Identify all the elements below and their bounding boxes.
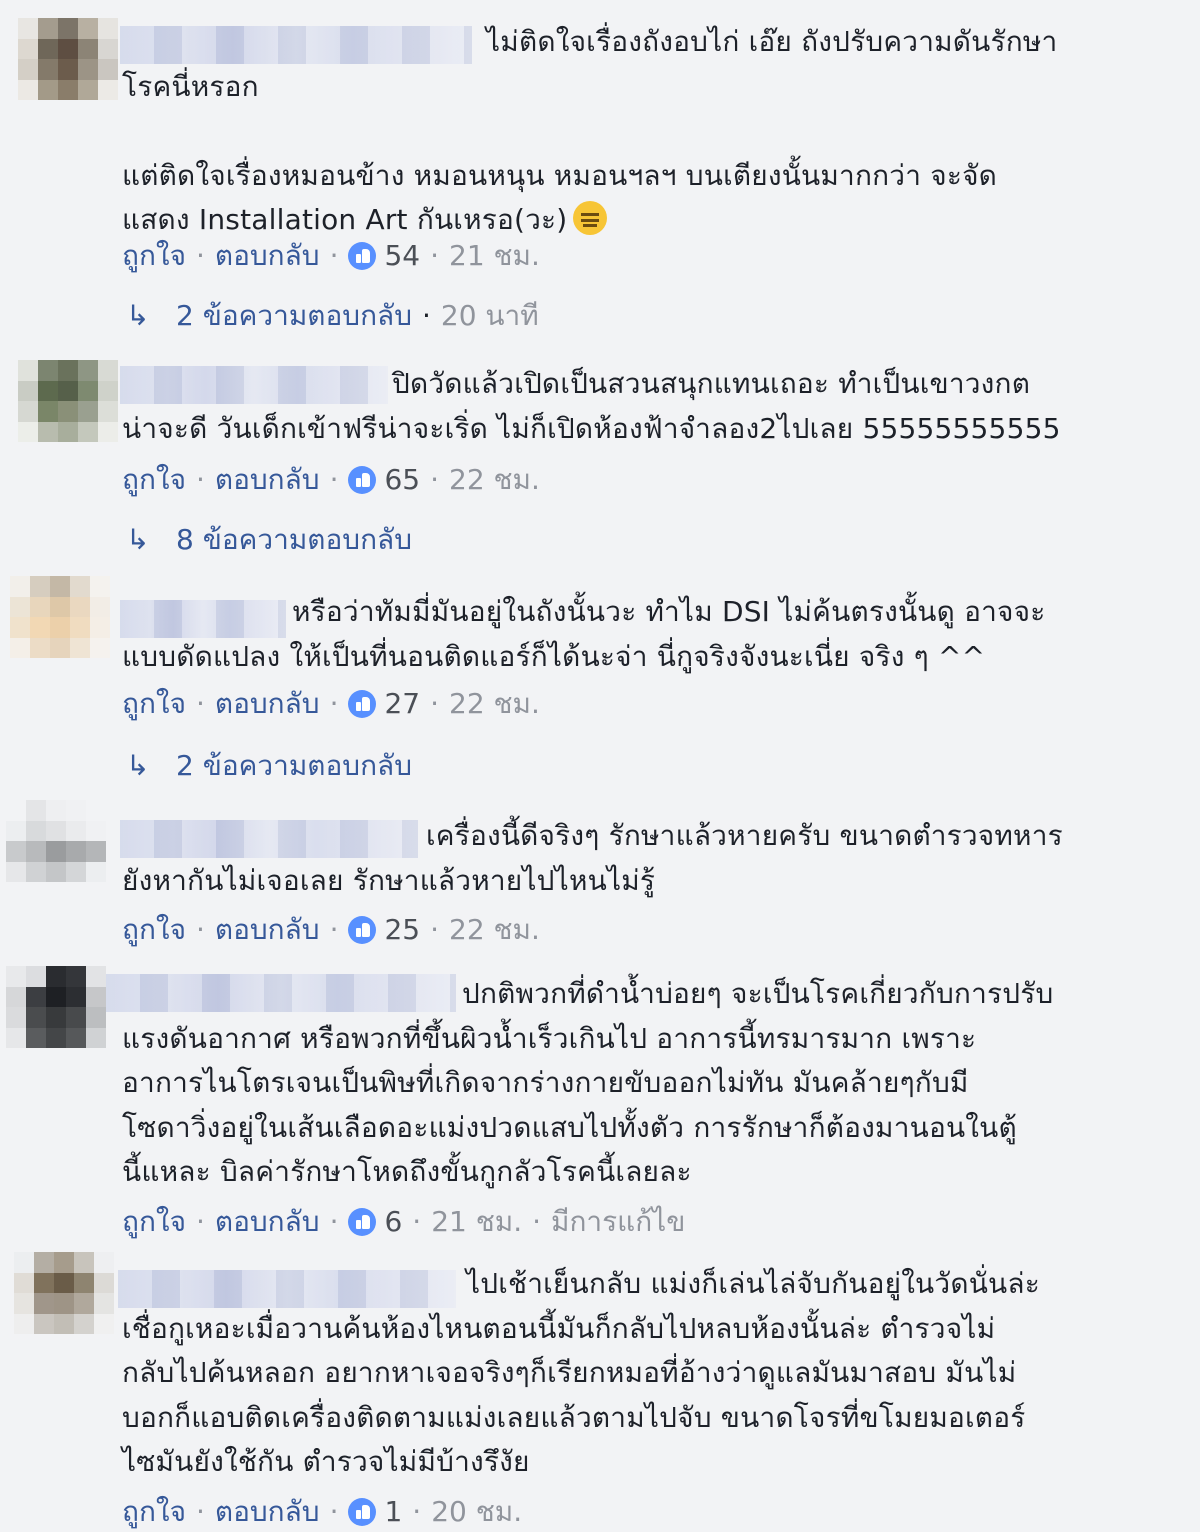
comment-text-line1: หรือว่าทัมมี่มันอยู่ในถังนั้นวะ ทำไม DSI… [292,595,1046,628]
comment-text-body: โรคนี่หรอก แต่ติดใจเรื่องหมอนข้าง หมอนหน… [122,69,998,237]
replies-count-link[interactable]: 2 ข้อความตอบกลับ [176,746,412,786]
comment-thread: ไม่ติดใจเรื่องถังอบไก่ เอ๊ย ถังปรับความด… [0,0,1200,1528]
comment-text: ไม่ติดใจเรื่องถังอบไก่ เอ๊ย ถังปรับความด… [122,20,1152,243]
like-icon[interactable] [348,1208,377,1236]
comment-text: หรือว่าทัมมี่มันอยู่ในถังนั้นวะ ทำไม DSI… [122,590,1152,679]
separator: · [329,687,339,720]
like-icon[interactable] [348,242,377,270]
comment-text-body: ยังหากันไม่เจอเลย รักษาแล้วหายไปไหนไม่รู… [122,863,656,897]
reply-link[interactable]: ตอบกลับ [215,1492,320,1532]
reply-arrow-icon: ↳ [126,523,150,556]
separator: · [329,913,339,946]
separator: · [430,239,440,272]
like-count[interactable]: 54 [384,236,420,276]
like-count[interactable]: 25 [384,910,420,950]
comment-actions: ถูกใจ · ตอบกลับ · 6 · 21 ชม. · มีการแก้ไ… [122,1202,685,1242]
comment-text-line1: ไปเช้าเย็นกลับ แม่งก็เล่นไล่จับกันอยู่ใน… [466,1267,1040,1300]
avatar[interactable] [6,800,106,882]
reply-link[interactable]: ตอบกลับ [215,910,320,950]
like-link[interactable]: ถูกใจ [122,684,186,724]
comment-actions: ถูกใจ · ตอบกลับ · 25 · 22 ชม. [122,910,540,950]
expressionless-face-emoji-icon [573,201,608,235]
separator: · [195,239,205,272]
separator: · [329,1205,339,1238]
comment-text-line1: ไม่ติดใจเรื่องถังอบไก่ เอ๊ย ถังปรับความด… [486,25,1058,58]
avatar[interactable] [10,576,110,658]
separator: · [412,1205,422,1238]
like-link[interactable]: ถูกใจ [122,910,186,950]
like-link[interactable]: ถูกใจ [122,460,186,500]
like-icon[interactable] [348,916,377,944]
reply-arrow-icon: ↳ [126,749,150,782]
timestamp[interactable]: 22 ชม. [449,684,540,724]
comment-text-body: เชื่อกูเหอะเมื่อวานค้นห้องไหนตอนนี้มันก็… [122,1311,1026,1479]
view-replies[interactable]: ↳ 2 ข้อความตอบกลับ [126,746,412,786]
separator: · [329,463,339,496]
separator: · [329,1495,339,1528]
like-count[interactable]: 65 [384,460,420,500]
separator: · [430,913,440,946]
reply-link[interactable]: ตอบกลับ [215,1202,320,1242]
avatar[interactable] [18,360,118,442]
separator: · [421,299,431,332]
separator: · [195,1205,205,1238]
replies-count-link[interactable]: 8 ข้อความตอบกลับ [176,520,412,560]
like-count[interactable]: 6 [384,1202,402,1242]
like-link[interactable]: ถูกใจ [122,1202,186,1242]
replies-count-link[interactable]: 2 ข้อความตอบกลับ [176,296,412,336]
separator: · [430,687,440,720]
timestamp[interactable]: 22 ชม. [449,460,540,500]
separator: · [412,1495,422,1528]
separator: · [532,1205,541,1238]
comment-text: ปกติพวกที่ดำน้ำบ่อยๆ จะเป็นโรคเกี่ยวกับก… [122,972,1152,1195]
comment-actions: ถูกใจ · ตอบกลับ · 54 · 21 ชม. [122,236,540,276]
separator: · [430,463,440,496]
separator: · [329,239,339,272]
comment-text-body: แรงดันอากาศ หรือพวกที่ขึ้นผิวน้ำเร็วเกิน… [122,1021,1017,1189]
timestamp[interactable]: 22 ชม. [449,910,540,950]
separator: · [195,687,205,720]
separator: · [195,463,205,496]
comment-text-line1: ปกติพวกที่ดำน้ำบ่อยๆ จะเป็นโรคเกี่ยวกับก… [462,977,1054,1010]
comment-text: ปิดวัดแล้วเปิดเป็นสวนสนุกแทนเถอะ ทำเป็นเ… [122,362,1152,451]
comment-actions: ถูกใจ · ตอบกลับ · 65 · 22 ชม. [122,460,540,500]
reply-timestamp: 20 นาที [440,299,539,332]
comment-text-body: แบบดัดแปลง ให้เป็นที่นอนติดแอร์ก็ได้นะจ่… [122,639,986,673]
edited-label[interactable]: มีการแก้ไข [551,1202,685,1242]
like-link[interactable]: ถูกใจ [122,1492,186,1532]
avatar[interactable] [14,1252,114,1334]
timestamp[interactable]: 21 ชม. [431,1202,522,1242]
comment-text: เครื่องนี้ดีจริงๆ รักษาแล้วหายครับ ขนาดต… [122,814,1152,903]
comment-text-body: น่าจะดี วันเด็กเข้าฟรีน่าจะเริ่ด ไม่ก็เป… [122,411,1061,445]
comment-actions: ถูกใจ · ตอบกลับ · 27 · 22 ชม. [122,684,540,724]
avatar[interactable] [6,966,106,1048]
comment-text: ไปเช้าเย็นกลับ แม่งก็เล่นไล่จับกันอยู่ใน… [122,1262,1152,1485]
separator: · [195,913,205,946]
comment-text-line1: ปิดวัดแล้วเปิดเป็นสวนสนุกแทนเถอะ ทำเป็นเ… [392,367,1031,400]
timestamp[interactable]: 21 ชม. [449,236,540,276]
reply-arrow-icon: ↳ [126,299,150,332]
like-count[interactable]: 27 [384,684,420,724]
like-icon[interactable] [348,466,377,494]
reply-link[interactable]: ตอบกลับ [215,460,320,500]
reply-link[interactable]: ตอบกลับ [215,684,320,724]
like-icon[interactable] [348,690,377,718]
like-link[interactable]: ถูกใจ [122,236,186,276]
reply-link[interactable]: ตอบกลับ [215,236,320,276]
view-replies[interactable]: ↳ 2 ข้อความตอบกลับ · 20 นาที [126,296,539,336]
separator: · [195,1495,205,1528]
view-replies[interactable]: ↳ 8 ข้อความตอบกลับ [126,520,412,560]
comment-actions: ถูกใจ · ตอบกลับ · 1 · 20 ชม. [122,1492,522,1532]
comment-text-line1: เครื่องนี้ดีจริงๆ รักษาแล้วหายครับ ขนาดต… [426,819,1063,852]
avatar[interactable] [18,18,118,100]
timestamp[interactable]: 20 ชม. [431,1492,522,1532]
like-count[interactable]: 1 [384,1492,402,1532]
